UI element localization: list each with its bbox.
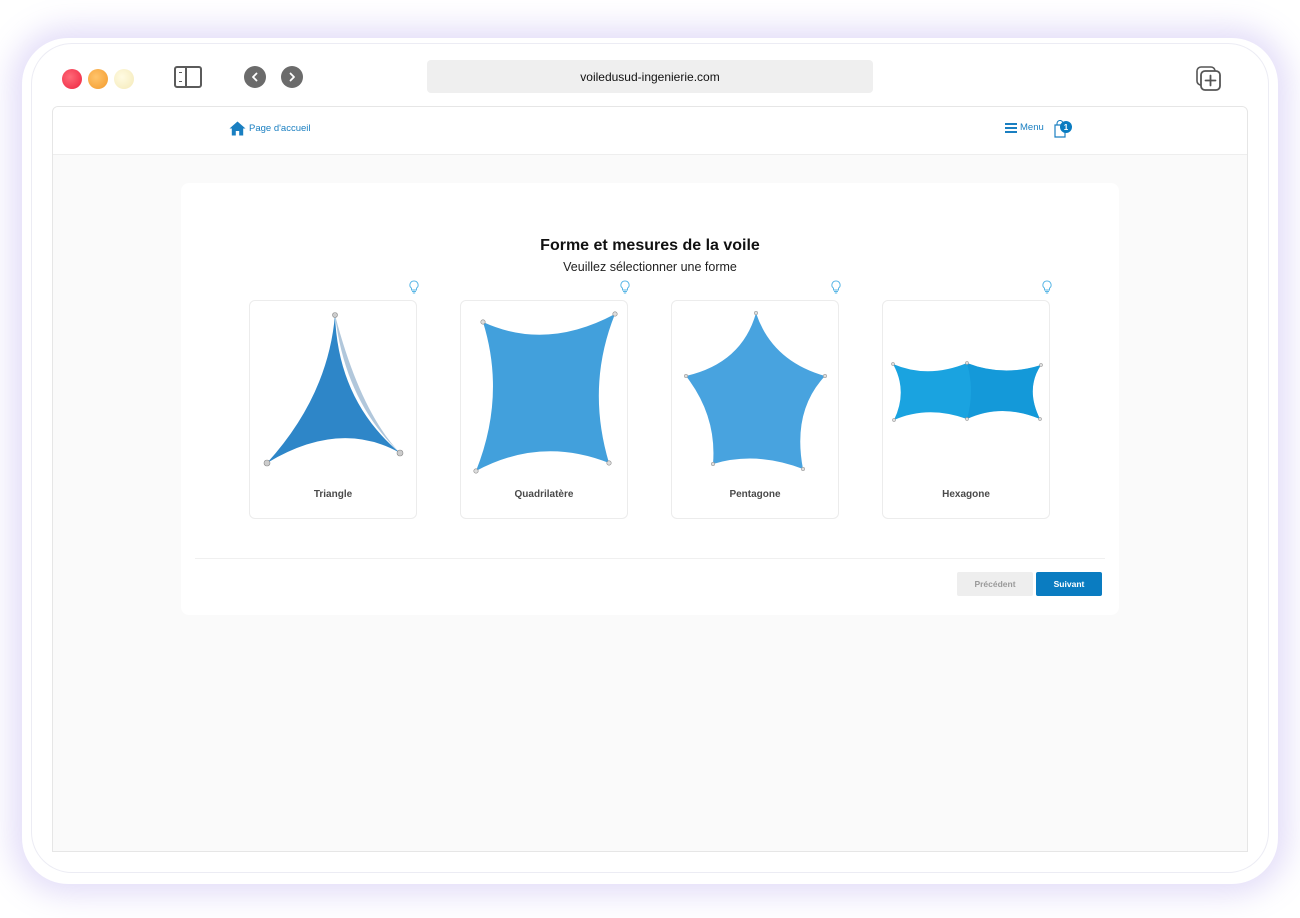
- url-text: voiledusud-ingenierie.com: [580, 69, 720, 84]
- new-tab-icon[interactable]: [1196, 66, 1222, 92]
- card-divider: [195, 558, 1105, 559]
- address-bar[interactable]: voiledusud-ingenierie.com: [427, 60, 873, 93]
- lightbulb-icon[interactable]: [408, 280, 420, 294]
- pentagon-sail-image: [683, 310, 828, 472]
- hexagon-sail-image: [891, 361, 1043, 422]
- shape-option-hexagon[interactable]: Hexagone: [882, 300, 1050, 519]
- zoom-window-button[interactable]: [114, 69, 134, 89]
- back-button[interactable]: [244, 66, 266, 88]
- chevron-left-icon: [252, 72, 258, 82]
- shape-label-hexagon: Hexagone: [942, 489, 990, 500]
- home-icon: [229, 121, 246, 136]
- menu-button[interactable]: Menu: [1005, 122, 1044, 133]
- cart-count-badge: 1: [1060, 121, 1072, 133]
- page-subtitle: Veuillez sélectionner une forme: [563, 260, 737, 274]
- quadrilateral-sail-image: [473, 311, 618, 474]
- close-window-button[interactable]: [62, 69, 82, 89]
- page-title: Forme et mesures de la voile: [540, 237, 760, 254]
- shape-label-pentagon: Pentagone: [729, 489, 781, 500]
- home-link-label: Page d'accueil: [249, 123, 311, 134]
- chevron-right-icon: [289, 72, 295, 82]
- shape-option-pentagon[interactable]: Pentagone: [671, 300, 839, 519]
- shape-selection-card: Forme et mesures de la voile Veuillez sé…: [181, 183, 1119, 615]
- menu-label: Menu: [1020, 122, 1044, 133]
- home-link[interactable]: Page d'accueil: [229, 121, 311, 136]
- previous-button[interactable]: Précédent: [957, 572, 1033, 596]
- forward-button[interactable]: [281, 66, 303, 88]
- site-header: Page d'accueil Menu 1: [53, 107, 1247, 155]
- shape-option-quadrilateral[interactable]: Quadrilatère: [460, 300, 628, 519]
- shape-option-triangle[interactable]: Triangle: [249, 300, 417, 519]
- next-button[interactable]: Suivant: [1036, 572, 1102, 596]
- lightbulb-icon[interactable]: [619, 280, 631, 294]
- shape-label-triangle: Triangle: [313, 489, 353, 500]
- page-viewport: Page d'accueil Menu 1 Forme et mesures d…: [52, 106, 1248, 852]
- triangle-sail-image: [263, 312, 404, 467]
- sail-shape: [267, 315, 400, 463]
- minimize-window-button[interactable]: [88, 69, 108, 89]
- lightbulb-icon[interactable]: [830, 280, 842, 294]
- sidebar-toggle-icon[interactable]: [174, 66, 202, 88]
- shape-label-quadrilateral: Quadrilatère: [514, 489, 574, 500]
- lightbulb-icon[interactable]: [1041, 280, 1053, 294]
- hamburger-icon: [1005, 122, 1017, 133]
